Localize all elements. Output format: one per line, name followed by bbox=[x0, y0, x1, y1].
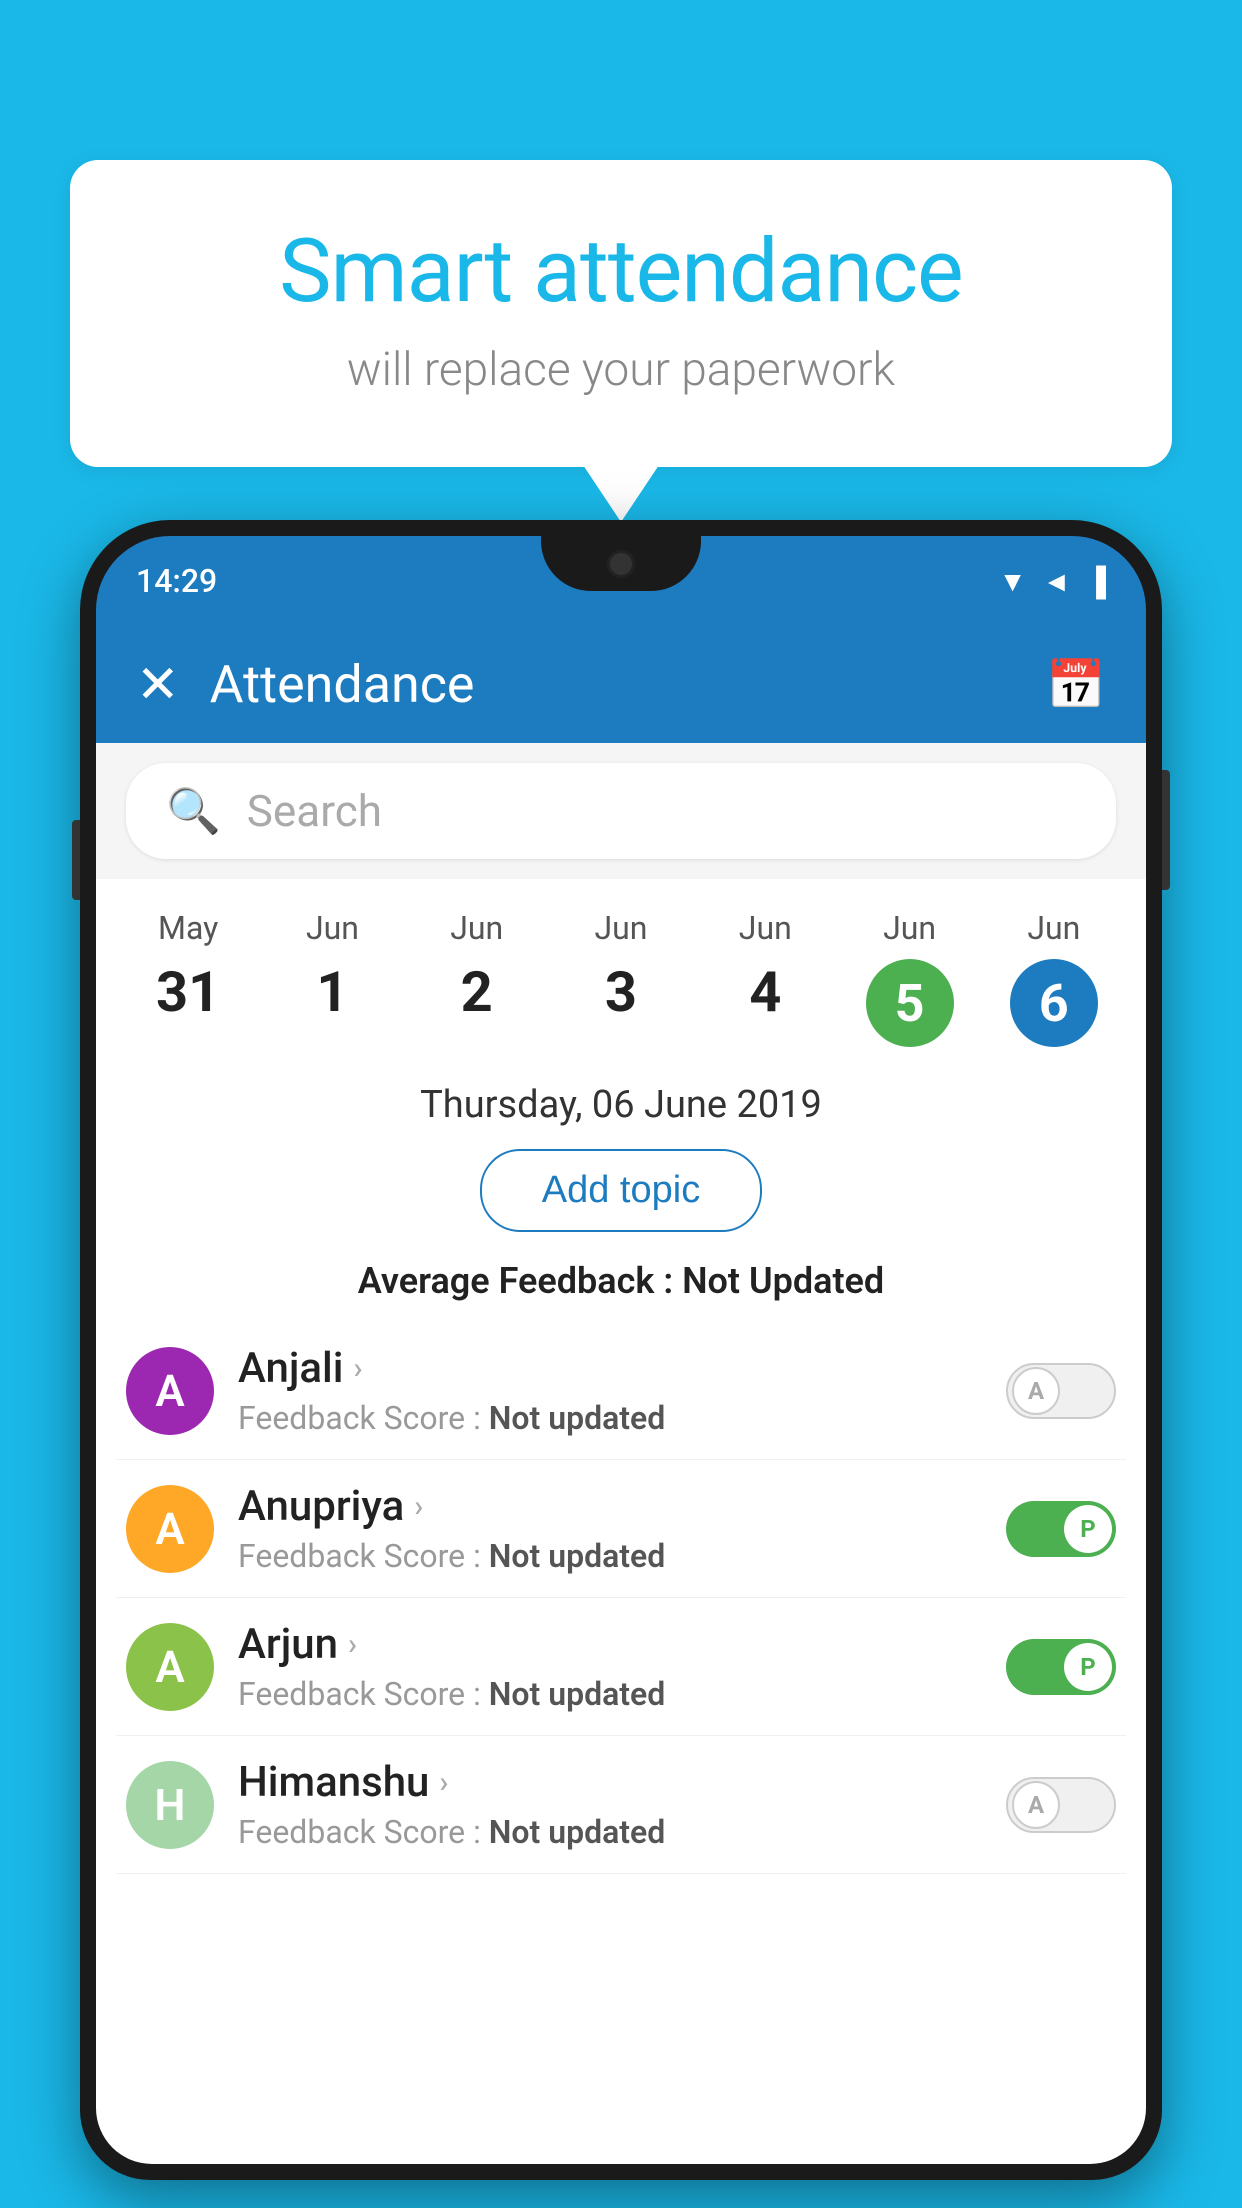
bubble-title: Smart attendance bbox=[150, 220, 1092, 323]
calendar-day[interactable]: Jun 4 bbox=[693, 899, 837, 1057]
header-left: ✕ Attendance bbox=[136, 654, 475, 715]
calendar-day[interactable]: Jun 5 bbox=[837, 899, 981, 1057]
wifi-icon: ▼ bbox=[999, 565, 1027, 598]
toggle-thumb: A bbox=[1012, 1367, 1060, 1415]
app-header: ✕ Attendance 📅 bbox=[96, 626, 1146, 743]
chevron-icon: › bbox=[414, 1489, 423, 1524]
attendance-toggle[interactable]: P bbox=[1006, 1639, 1116, 1695]
signal-icon: ◄ bbox=[1042, 565, 1070, 598]
student-item[interactable]: A Anupriya › Feedback Score : Not updated P bbox=[116, 1460, 1126, 1598]
student-item[interactable]: H Himanshu › Feedback Score : Not updated A bbox=[116, 1736, 1126, 1874]
student-name: Anjali › bbox=[238, 1344, 982, 1393]
avg-feedback-value: Not Updated bbox=[682, 1260, 884, 1302]
app-title: Attendance bbox=[210, 654, 475, 715]
student-avatar: H bbox=[126, 1761, 214, 1849]
calendar-icon[interactable]: 📅 bbox=[1046, 656, 1106, 713]
bubble-subtitle: will replace your paperwork bbox=[150, 343, 1092, 397]
cal-date-label: 4 bbox=[698, 959, 832, 1025]
avg-feedback-label: Average Feedback : bbox=[358, 1260, 673, 1302]
cal-month-label: Jun bbox=[698, 909, 832, 947]
toggle-thumb: P bbox=[1064, 1505, 1112, 1553]
student-avatar: A bbox=[126, 1485, 214, 1573]
cal-month-label: May bbox=[121, 909, 255, 947]
camera bbox=[607, 550, 635, 578]
feedback-score: Feedback Score : Not updated bbox=[238, 1399, 982, 1437]
student-name: Arjun › bbox=[238, 1620, 982, 1669]
status-icons: ▼ ◄ ▐ bbox=[999, 565, 1106, 598]
cal-date-label: 3 bbox=[554, 959, 688, 1025]
attendance-toggle[interactable]: A bbox=[1006, 1363, 1116, 1419]
chevron-icon: › bbox=[348, 1627, 357, 1662]
cal-month-label: Jun bbox=[410, 909, 544, 947]
cal-date-label: 2 bbox=[410, 959, 544, 1025]
cal-month-label: Jun bbox=[842, 909, 976, 947]
student-avatar: A bbox=[126, 1623, 214, 1711]
calendar-day[interactable]: Jun 2 bbox=[405, 899, 549, 1057]
battery-icon: ▐ bbox=[1086, 565, 1106, 598]
add-topic-button[interactable]: Add topic bbox=[480, 1149, 762, 1232]
avg-feedback: Average Feedback : Not Updated bbox=[96, 1252, 1146, 1322]
selected-date: Thursday, 06 June 2019 bbox=[96, 1067, 1146, 1139]
feedback-score: Feedback Score : Not updated bbox=[238, 1537, 982, 1575]
side-button-power bbox=[1162, 770, 1170, 890]
search-placeholder: Search bbox=[247, 785, 382, 837]
calendar-day[interactable]: May 31 bbox=[116, 899, 260, 1057]
search-icon: 🔍 bbox=[166, 785, 221, 837]
calendar-strip: May 31 Jun 1 Jun 2 Jun 3 Jun 4 Jun 5 Jun 6 bbox=[96, 879, 1146, 1067]
student-name: Himanshu › bbox=[238, 1758, 982, 1807]
search-section: 🔍 Search bbox=[96, 743, 1146, 879]
side-button-volume bbox=[72, 820, 80, 900]
student-list: AAnjali ›Feedback Score : Not updatedAAA… bbox=[96, 1322, 1146, 1874]
feedback-score: Feedback Score : Not updated bbox=[238, 1675, 982, 1713]
student-name: Anupriya › bbox=[238, 1482, 982, 1531]
student-avatar: A bbox=[126, 1347, 214, 1435]
attendance-toggle[interactable]: P bbox=[1006, 1501, 1116, 1557]
phone-frame: 14:29 ▼ ◄ ▐ ✕ Attendance 📅 🔍 Sea bbox=[80, 520, 1162, 2180]
cal-date-label: 5 bbox=[866, 959, 954, 1047]
chevron-icon: › bbox=[439, 1765, 448, 1800]
cal-month-label: Jun bbox=[265, 909, 399, 947]
notch bbox=[541, 536, 701, 591]
chevron-icon: › bbox=[353, 1351, 362, 1386]
student-item[interactable]: A Arjun › Feedback Score : Not updated P bbox=[116, 1598, 1126, 1736]
close-button[interactable]: ✕ bbox=[136, 654, 180, 715]
phone-container: 14:29 ▼ ◄ ▐ ✕ Attendance 📅 🔍 Sea bbox=[80, 520, 1162, 2208]
app-screen: ✕ Attendance 📅 🔍 Search May31Jun1Jun2Jun… bbox=[96, 626, 1146, 2164]
attendance-toggle[interactable]: A bbox=[1006, 1777, 1116, 1833]
status-time: 14:29 bbox=[136, 562, 217, 600]
calendar-day[interactable]: Jun 6 bbox=[982, 899, 1126, 1057]
calendar-day[interactable]: Jun 3 bbox=[549, 899, 693, 1057]
speech-bubble: Smart attendance will replace your paper… bbox=[70, 160, 1172, 467]
status-bar: 14:29 ▼ ◄ ▐ bbox=[96, 536, 1146, 626]
cal-date-label: 1 bbox=[265, 959, 399, 1025]
cal-month-label: Jun bbox=[554, 909, 688, 947]
calendar-day[interactable]: Jun 1 bbox=[260, 899, 404, 1057]
student-info: Arjun › Feedback Score : Not updated bbox=[238, 1620, 982, 1713]
speech-bubble-section: Smart attendance will replace your paper… bbox=[70, 160, 1172, 467]
toggle-thumb: A bbox=[1012, 1781, 1060, 1829]
toggle-thumb: P bbox=[1064, 1643, 1112, 1691]
student-info: Himanshu › Feedback Score : Not updated bbox=[238, 1758, 982, 1851]
student-item[interactable]: A Anjali › Feedback Score : Not updated A bbox=[116, 1322, 1126, 1460]
student-info: Anjali › Feedback Score : Not updated bbox=[238, 1344, 982, 1437]
cal-month-label: Jun bbox=[987, 909, 1121, 947]
feedback-score: Feedback Score : Not updated bbox=[238, 1813, 982, 1851]
student-info: Anupriya › Feedback Score : Not updated bbox=[238, 1482, 982, 1575]
cal-date-label: 6 bbox=[1010, 959, 1098, 1047]
cal-date-label: 31 bbox=[121, 959, 255, 1025]
search-field[interactable]: 🔍 Search bbox=[126, 763, 1116, 859]
